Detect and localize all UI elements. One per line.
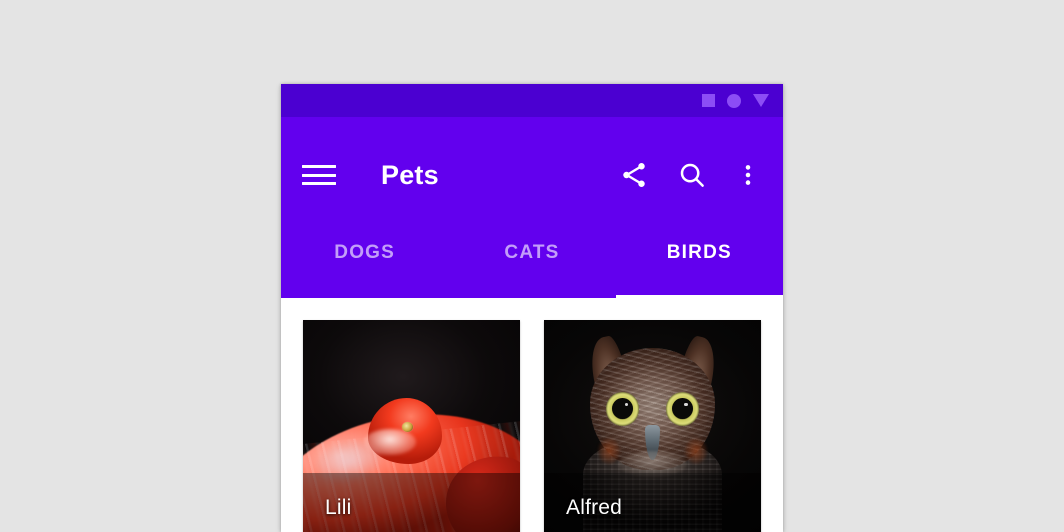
search-icon[interactable] (677, 160, 707, 190)
status-bar-icons (702, 93, 769, 108)
tab-birds[interactable]: BIRDS (615, 233, 783, 298)
pet-name-label: Lili (325, 496, 352, 519)
more-options-icon[interactable] (735, 160, 761, 190)
tab-dogs[interactable]: DOGS (281, 233, 448, 298)
square-indicator-icon (702, 94, 715, 107)
pet-grid[interactable]: Lili Alfred (281, 298, 783, 532)
pet-card-lili[interactable]: Lili (303, 320, 520, 532)
phone-frame: Pets DOGS CATS BIRDS Lili Alfred (281, 84, 783, 532)
toolbar-actions (619, 160, 761, 190)
tab-cats-label: CATS (504, 242, 560, 263)
pet-name-label: Alfred (566, 496, 623, 519)
app-bar: Pets DOGS CATS BIRDS (281, 117, 783, 298)
hamburger-menu-icon[interactable] (302, 162, 336, 188)
share-icon[interactable] (619, 160, 649, 190)
tab-cats[interactable]: CATS (448, 233, 615, 298)
circle-indicator-icon (727, 93, 741, 108)
tab-bar: DOGS CATS BIRDS (281, 233, 783, 298)
triangle-down-indicator-icon (753, 94, 769, 107)
tab-dogs-label: DOGS (334, 242, 396, 263)
toolbar: Pets (281, 117, 783, 233)
page-title: Pets (381, 159, 439, 190)
tab-birds-label: BIRDS (666, 242, 732, 263)
pet-card-alfred[interactable]: Alfred (544, 320, 761, 532)
status-bar (281, 84, 783, 117)
